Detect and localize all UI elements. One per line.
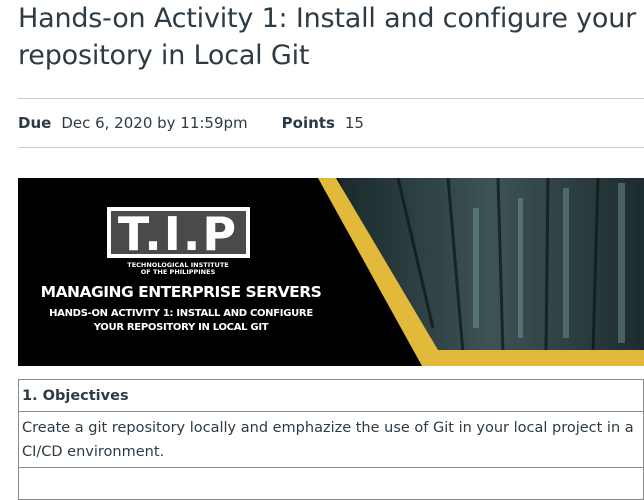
due-value: Dec 6, 2020 by 11:59pm: [61, 114, 248, 132]
objectives-text: Create a git repository locally and emph…: [18, 411, 644, 468]
points-label: Points: [281, 114, 335, 132]
table-row: Create a git repository locally and emph…: [18, 411, 644, 468]
tip-logo: T.I.P: [107, 207, 250, 261]
activity-line2: YOUR REPOSITORY IN LOCAL GIT: [93, 322, 269, 333]
activity-line1: HANDS-ON ACTIVITY 1: INSTALL AND CONFIGU…: [49, 308, 313, 319]
table-row: [18, 467, 644, 500]
points-value: 15: [344, 114, 364, 132]
objectives-table: 1. Objectives Create a git repository lo…: [18, 379, 644, 500]
divider: [18, 98, 644, 99]
course-banner-image: T.I.P TECHNOLOGICAL INSTITUTE OF THE PHI…: [18, 178, 644, 366]
table-row: 1. Objectives: [18, 379, 644, 412]
page-title: Hands-on Activity 1: Install and configu…: [18, 3, 637, 71]
objectives-heading: 1. Objectives: [18, 379, 644, 412]
institute-name-line2: OF THE PHILIPPINES: [141, 268, 216, 276]
course-title: MANAGING ENTERPRISE SERVERS: [41, 283, 322, 301]
assignment-details: Due Dec 6, 2020 by 11:59pm Points 15: [18, 113, 364, 133]
divider: [18, 147, 644, 148]
due-label: Due: [18, 114, 52, 132]
logo-text: T.I.P: [118, 207, 238, 261]
table-cell-empty: [18, 467, 644, 500]
